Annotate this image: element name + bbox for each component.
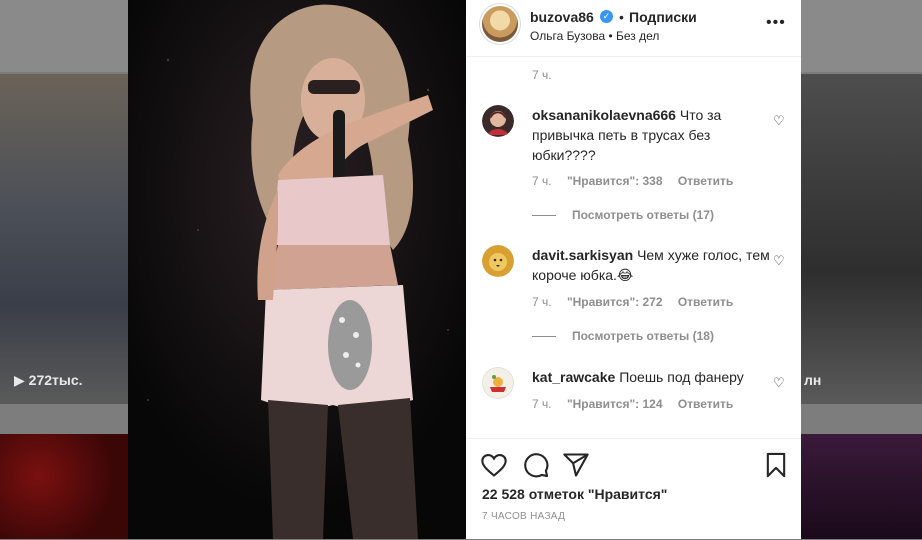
comment-meta: 7 ч. "Нравится": 272 Ответить — [532, 295, 745, 309]
comment-username[interactable]: oksananikolaevna666 — [532, 107, 676, 123]
like-comment-icon[interactable]: ♡ — [773, 375, 785, 391]
comment-body: kat_rawcake Поешь под фанеру — [532, 367, 772, 387]
post-timestamp[interactable]: 7 ЧАСОВ НАЗАД — [482, 511, 565, 522]
replies-divider — [532, 336, 556, 338]
commenter-avatar[interactable] — [482, 105, 514, 137]
comment-meta: 7 ч. "Нравится": 124 Ответить — [532, 397, 745, 411]
comment-username[interactable]: kat_rawcake — [532, 369, 615, 385]
like-heart-icon[interactable] — [480, 451, 508, 479]
caption-time: 7 ч. — [532, 68, 552, 82]
author-avatar[interactable] — [482, 6, 518, 42]
comment-time[interactable]: 7 ч. — [532, 397, 552, 411]
comment-meta: 7 ч. "Нравится": 338 Ответить — [532, 174, 745, 188]
header-separator: • — [619, 9, 624, 25]
play-icon: ▶ — [14, 372, 25, 388]
view-replies-button[interactable]: Посмотреть ответы (17) — [532, 208, 714, 222]
comments-list[interactable]: 7 ч. oksananikolaevna666 Что за привычка… — [466, 57, 801, 438]
post-audio-subtitle[interactable]: Ольга Бузова • Без дел — [530, 29, 659, 43]
following-button[interactable]: Подписки — [629, 9, 697, 25]
reply-button[interactable]: Ответить — [678, 174, 733, 188]
post-panel: buzova86 ✓ • Подписки Ольга Бузова • Без… — [466, 0, 801, 539]
post-actions: 22 528 отметок "Нравится" 7 ЧАСОВ НАЗАД — [466, 438, 801, 540]
more-options-icon[interactable]: ••• — [766, 14, 786, 32]
reply-button[interactable]: Ответить — [678, 295, 733, 309]
comment-likes[interactable]: "Нравится": 272 — [567, 295, 663, 309]
comment-body: davit.sarkisyan Чем хуже голос, тем коро… — [532, 245, 772, 285]
save-bookmark-icon[interactable] — [762, 451, 790, 479]
post-header: buzova86 ✓ • Подписки Ольга Бузова • Без… — [466, 0, 801, 57]
comment-likes[interactable]: "Нравится": 338 — [567, 174, 663, 188]
view-replies-label: Посмотреть ответы (17) — [572, 208, 714, 222]
share-direct-icon[interactable] — [562, 451, 590, 479]
comment-likes[interactable]: "Нравится": 124 — [567, 397, 663, 411]
comment-time[interactable]: 7 ч. — [532, 295, 552, 309]
feed-tile-right-top[interactable] — [800, 74, 922, 404]
commenter-avatar[interactable] — [482, 245, 514, 277]
view-replies-button[interactable]: Посмотреть ответы (18) — [532, 329, 714, 343]
comment-body: oksananikolaevna666 Что за привычка петь… — [532, 105, 772, 165]
comment-username[interactable]: davit.sarkisyan — [532, 247, 633, 263]
like-comment-icon[interactable]: ♡ — [773, 113, 785, 129]
video-views-count: ▶ 272тыс. — [14, 372, 83, 388]
verified-badge-icon: ✓ — [600, 10, 613, 23]
view-replies-label: Посмотреть ответы (18) — [572, 329, 714, 343]
feed-tile-left-bottom[interactable] — [0, 434, 130, 539]
commenter-avatar[interactable] — [482, 367, 514, 399]
post-video[interactable] — [128, 0, 466, 539]
replies-divider — [532, 215, 556, 217]
comment-bubble-icon[interactable] — [522, 451, 550, 479]
reply-button[interactable]: Ответить — [678, 397, 733, 411]
performer-image — [128, 0, 466, 539]
video-views-count-right: лн — [804, 372, 822, 388]
feed-tile-left-top[interactable] — [0, 74, 130, 404]
like-comment-icon[interactable]: ♡ — [773, 253, 785, 269]
comment-text: Поешь под фанеру — [619, 369, 744, 385]
comment-time[interactable]: 7 ч. — [532, 174, 552, 188]
author-username[interactable]: buzova86 — [530, 9, 594, 25]
feed-tile-right-bottom[interactable] — [800, 434, 922, 539]
likes-count[interactable]: 22 528 отметок "Нравится" — [482, 486, 667, 502]
